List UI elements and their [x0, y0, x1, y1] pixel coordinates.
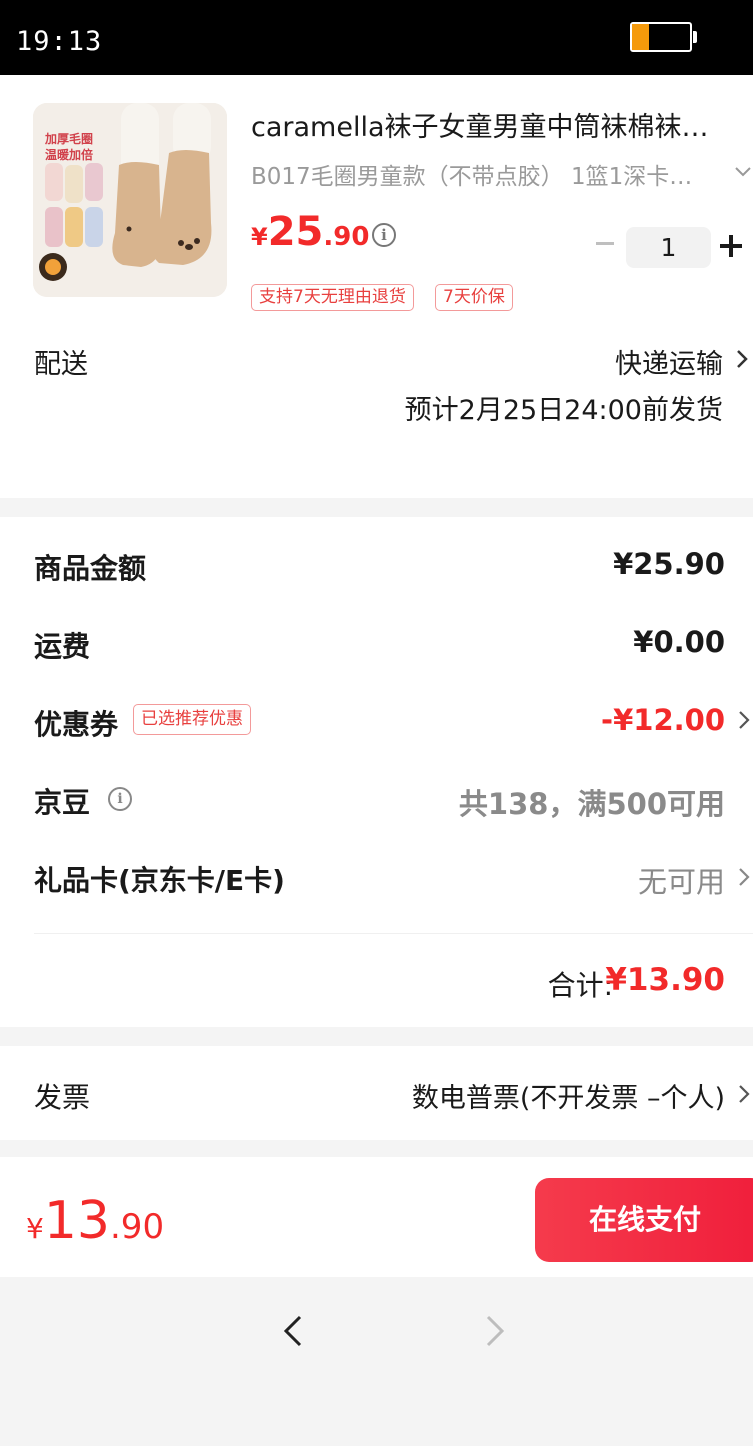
shipping-value: ¥0.00 [633, 625, 725, 659]
product-spec[interactable]: B017毛圈男童款（不带点胶） 1篮1深卡… [251, 157, 716, 191]
price-integer: 25 [267, 209, 324, 255]
pay-total-price: ¥13.90 [26, 1191, 164, 1251]
chevron-down-icon[interactable] [733, 161, 753, 181]
status-time: 19:13 [16, 26, 103, 57]
chevron-right-icon[interactable] [737, 1083, 751, 1105]
product-price: ¥25.90 [251, 209, 369, 255]
info-icon[interactable]: i [108, 787, 132, 811]
price-symbol: ¥ [251, 223, 268, 251]
image-caption-line-2: 温暖加倍 [45, 148, 94, 162]
gift-card-value[interactable]: 无可用 [638, 859, 725, 901]
product-title[interactable]: caramella袜子女童男童中筒袜棉袜… [251, 105, 741, 144]
chevron-right-icon[interactable] [733, 348, 751, 370]
product-image[interactable]: 加厚毛圈 温暖加倍 [33, 103, 227, 297]
delivery-label: 配送 [34, 349, 88, 380]
price-symbol: ¥ [26, 1212, 44, 1245]
back-arrow-icon[interactable] [278, 1313, 308, 1349]
jd-beans-value: 共138，满500可用 [458, 787, 725, 821]
invoice-row[interactable]: 发票 数电普票(不开发票 –个人) [0, 1046, 753, 1140]
info-icon[interactable]: i [372, 223, 396, 247]
image-caption-line-1: 加厚毛圈 [45, 132, 94, 146]
total-label: 合计: [547, 969, 613, 1002]
jd-beans-label: 京豆 [34, 786, 91, 819]
divider [34, 933, 753, 934]
return-policy-tag: 支持7天无理由退货 [251, 284, 414, 311]
chevron-right-icon[interactable] [737, 866, 751, 888]
price-decimal: .90 [323, 222, 370, 252]
invoice-value[interactable]: 数电普票(不开发票 –个人) [412, 1076, 725, 1115]
order-summary: 商品金额 ¥25.90 运费 ¥0.00 优惠券 已选推荐优惠 -¥12.00 … [0, 517, 753, 1027]
price-decimal: .90 [110, 1207, 165, 1247]
product-image-caption: 加厚毛圈 温暖加倍 [45, 131, 93, 163]
chevron-right-icon[interactable] [737, 709, 751, 731]
product-card: 加厚毛圈 温暖加倍 caramella袜子女童男童中筒袜棉袜… B017毛圈男童… [0, 75, 753, 498]
battery-nub [693, 31, 697, 43]
minus-icon[interactable] [593, 231, 617, 255]
forward-arrow-icon[interactable] [480, 1313, 510, 1349]
goods-amount-value: ¥25.90 [613, 547, 725, 581]
coupon-tag: 已选推荐优惠 [133, 704, 251, 735]
total-value: ¥13.90 [605, 962, 725, 998]
coupon-label: 优惠券 [34, 708, 119, 741]
quantity-input[interactable]: 1 [626, 227, 711, 268]
browser-nav-bar [0, 1277, 753, 1446]
delivery-method[interactable]: 快递运输 [615, 342, 723, 381]
gift-card-label: 礼品卡(京东卡/E卡) [34, 864, 285, 897]
coupon-value[interactable]: -¥12.00 [601, 703, 725, 737]
delivery-eta: 预计2月25日24:00前发货 [404, 395, 723, 426]
price-protect-tag: 7天价保 [435, 284, 513, 311]
price-integer: 13 [43, 1191, 110, 1251]
pay-bar: ¥13.90 在线支付 [0, 1157, 753, 1277]
shipping-label: 运费 [34, 630, 91, 663]
battery-icon [630, 22, 692, 52]
invoice-label: 发票 [34, 1081, 91, 1114]
status-bar: 19:13 [0, 0, 753, 75]
battery-level [632, 24, 650, 50]
pay-online-button[interactable]: 在线支付 [535, 1178, 753, 1262]
goods-amount-label: 商品金额 [34, 552, 147, 585]
plus-icon[interactable] [720, 235, 742, 257]
